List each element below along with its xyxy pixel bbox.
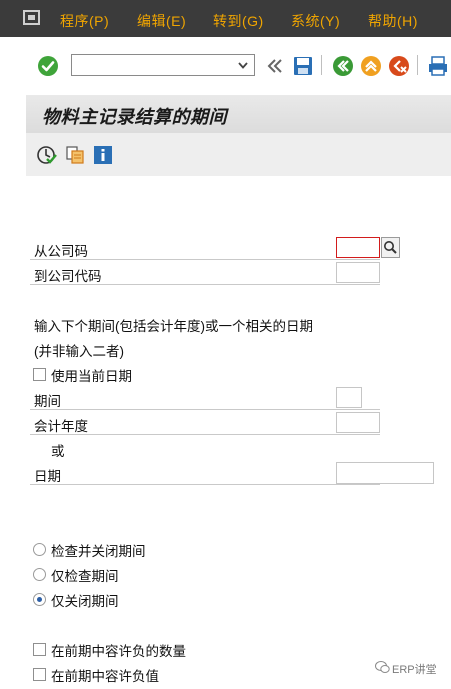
fiscal-year-label: 会计年度	[34, 419, 88, 434]
command-field[interactable]	[71, 54, 255, 76]
allow-negative-quantity-label: 在前期中容许负的数量	[51, 644, 186, 659]
row-divider	[30, 284, 380, 285]
menu-goto[interactable]: 转到(G)	[213, 11, 264, 31]
allow-negative-quantity-checkbox[interactable]	[33, 643, 46, 656]
from-company-label: 从公司码	[34, 244, 88, 259]
enter-icon[interactable]	[37, 55, 59, 77]
menu-edit[interactable]: 编辑(E)	[137, 11, 186, 31]
collapse-icon[interactable]	[264, 55, 286, 77]
search-help-button[interactable]	[381, 237, 400, 258]
row-divider	[30, 484, 380, 485]
from-company-input[interactable]	[336, 237, 380, 258]
radio-check-and-close[interactable]	[33, 543, 46, 556]
radio-check-and-close-label: 检查并关闭期间	[51, 544, 146, 559]
row-divider	[30, 259, 380, 260]
radio-check-only-label: 仅检查期间	[51, 569, 119, 584]
fiscal-year-input[interactable]	[336, 412, 380, 433]
menu-help[interactable]: 帮助(H)	[368, 11, 418, 31]
save-icon[interactable]	[292, 55, 314, 77]
allow-negative-value-checkbox[interactable]	[33, 668, 46, 681]
execute-icon[interactable]	[37, 145, 57, 165]
radio-selected-dot	[37, 597, 42, 602]
info-icon[interactable]	[93, 145, 113, 165]
command-dropdown-icon[interactable]	[236, 58, 250, 72]
period-label: 期间	[34, 394, 61, 409]
print-icon[interactable]	[427, 55, 449, 77]
use-current-date-label: 使用当前日期	[51, 369, 132, 384]
radio-check-only[interactable]	[33, 568, 46, 581]
wechat-icon	[375, 661, 390, 673]
period-input[interactable]	[336, 387, 362, 408]
application-toolbar	[26, 133, 451, 176]
cancel-icon[interactable]	[388, 55, 410, 77]
allow-negative-value-label: 在前期中容许负值	[51, 669, 159, 684]
toolbar-separator	[321, 55, 322, 75]
radio-close-only[interactable]	[33, 593, 46, 606]
menu-bar: 程序(P) 编辑(E) 转到(G) 系统(Y) 帮助(H)	[0, 0, 451, 37]
to-company-label: 到公司代码	[34, 269, 102, 284]
system-menu-icon[interactable]	[23, 9, 40, 26]
menu-system[interactable]: 系统(Y)	[291, 11, 340, 31]
toolbar-separator	[417, 55, 418, 75]
use-current-date-checkbox[interactable]	[33, 368, 46, 381]
page-title: 物料主记录结算的期间	[42, 107, 227, 127]
variants-icon[interactable]	[65, 145, 85, 165]
watermark-text: ERP讲堂	[392, 664, 437, 676]
date-label: 日期	[34, 469, 61, 484]
to-company-input[interactable]	[336, 262, 380, 283]
instruction-text-2: (并非输入二者)	[34, 344, 124, 359]
or-label: 或	[51, 444, 65, 459]
search-icon	[384, 241, 397, 254]
exit-icon[interactable]	[360, 55, 382, 77]
date-input[interactable]	[336, 462, 434, 484]
title-bar: 物料主记录结算的期间	[26, 95, 451, 133]
radio-close-only-label: 仅关闭期间	[51, 594, 119, 609]
row-divider	[30, 434, 380, 435]
menu-program[interactable]: 程序(P)	[60, 11, 109, 31]
row-divider	[30, 409, 380, 410]
instruction-text-1: 输入下个期间(包括会计年度)或一个相关的日期	[34, 319, 313, 334]
back-icon[interactable]	[332, 55, 354, 77]
